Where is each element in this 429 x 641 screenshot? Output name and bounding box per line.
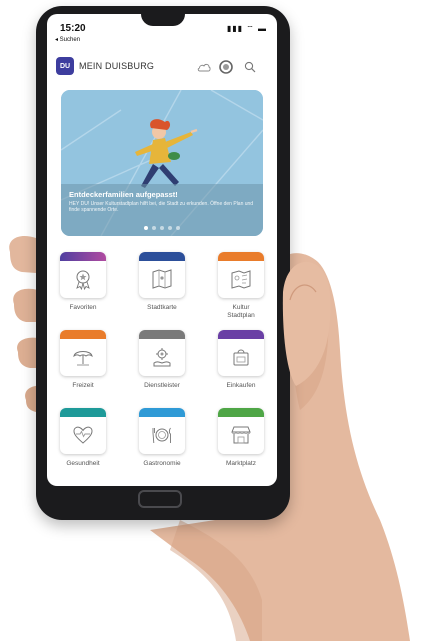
tile-color-bar xyxy=(218,330,264,339)
umbrella-icon xyxy=(73,351,93,366)
tile-label: Dienstleister xyxy=(144,382,180,389)
tile-label: Einkaufen xyxy=(226,382,256,389)
map-icon xyxy=(152,269,172,289)
tile-color-bar xyxy=(139,330,185,339)
tile-gastronomie[interactable]: Gastronomie xyxy=(135,408,189,468)
tile-gesundheit[interactable]: Gesundheit xyxy=(56,408,110,468)
tile-color-bar xyxy=(218,252,264,261)
banner-text: HEY DU! Unser Kulturstadtplan hilft bei,… xyxy=(69,201,254,213)
tile-card xyxy=(60,408,106,454)
tile-color-bar xyxy=(60,408,106,417)
heart-pulse-icon xyxy=(73,426,93,444)
tile-einkaufen[interactable]: Einkaufen xyxy=(214,330,268,390)
app-screen: 15:20 ◂ Suchen ▮▮▮ ⌔ ▬ DU MEIN DUISBURG xyxy=(47,14,277,486)
tile-favoriten[interactable]: Favoriten xyxy=(56,252,110,312)
tile-label: Gesundheit xyxy=(66,460,100,467)
tile-label: Kultur Stadtplan xyxy=(227,304,255,319)
app-title: MEIN DUISBURG xyxy=(79,61,155,71)
shopping-icon xyxy=(233,349,249,366)
tile-label: Freizeit xyxy=(72,382,94,389)
tile-card xyxy=(60,330,106,376)
tile-label: Marktplatz xyxy=(226,460,256,467)
app-header: DU MEIN DUISBURG xyxy=(47,52,277,82)
tile-color-bar xyxy=(139,252,185,261)
tile-color-bar xyxy=(139,408,185,417)
tile-label: Gastronomie xyxy=(143,460,181,467)
tile-card xyxy=(218,252,264,298)
home-button[interactable] xyxy=(138,490,182,508)
tile-color-bar xyxy=(60,252,106,261)
app-logo: DU xyxy=(56,57,74,75)
service-gear-icon xyxy=(153,348,171,367)
culture-map-icon xyxy=(231,270,251,289)
carousel-dots xyxy=(61,226,263,230)
tile-card xyxy=(60,252,106,298)
weather-cloud-icon[interactable] xyxy=(197,60,211,74)
tile-marktplatz[interactable]: Marktplatz xyxy=(214,408,268,468)
status-icons: ▮▮▮ ⌔ ▬ xyxy=(226,24,267,33)
camera-notch xyxy=(141,14,185,26)
banner-title: Entdeckerfamilien aufgepasst! xyxy=(69,190,178,199)
tile-card xyxy=(139,408,185,454)
plate-cutlery-icon xyxy=(152,427,171,444)
tile-color-bar xyxy=(218,408,264,417)
tile-card xyxy=(139,330,185,376)
product-photo: 15:20 ◂ Suchen ▮▮▮ ⌔ ▬ DU MEIN DUISBURG xyxy=(0,0,429,641)
market-stall-icon xyxy=(231,426,251,444)
carousel-dot[interactable] xyxy=(168,226,172,230)
back-to-search-link[interactable]: ◂ Suchen xyxy=(55,36,80,43)
tile-card xyxy=(218,408,264,454)
tile-label: Favoriten xyxy=(69,304,97,311)
tile-label: Stadtkarte xyxy=(147,304,177,311)
tile-card xyxy=(218,330,264,376)
tile-stadtkarte[interactable]: Stadtkarte xyxy=(135,252,189,312)
tile-color-bar xyxy=(60,330,106,339)
status-time: 15:20 xyxy=(60,23,86,34)
carousel-dot[interactable] xyxy=(144,226,148,230)
carousel-dot[interactable] xyxy=(176,226,180,230)
carousel-dot[interactable] xyxy=(160,226,164,230)
featured-banner[interactable]: Entdeckerfamilien aufgepasst! HEY DU! Un… xyxy=(61,90,263,236)
tile-dienstleister[interactable]: Dienstleister xyxy=(135,330,189,390)
tile-kultur-stadtplan[interactable]: Kultur Stadtplan xyxy=(214,252,268,320)
tile-card xyxy=(139,252,185,298)
carousel-dot[interactable] xyxy=(152,226,156,230)
profile-ring-icon[interactable] xyxy=(219,60,233,74)
award-icon xyxy=(76,270,90,291)
search-icon[interactable] xyxy=(243,60,257,74)
tile-freizeit[interactable]: Freizeit xyxy=(56,330,110,390)
